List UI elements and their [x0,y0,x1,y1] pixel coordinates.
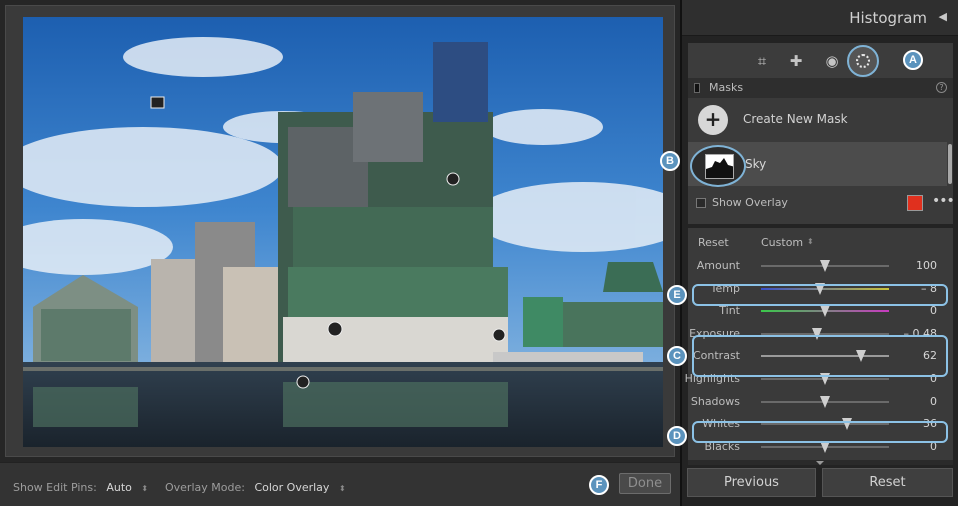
create-new-mask-button[interactable]: + Create New Mask [688,98,953,142]
edit-pins-value: Auto [106,481,132,494]
slider-label: Amount [696,259,740,272]
red-eye-icon[interactable]: ◉ [822,51,842,71]
mask-name: Sky [745,157,767,171]
slider-value[interactable]: 0 [930,304,937,317]
more-options-icon[interactable]: ••• [932,193,955,209]
callout-d: D [667,426,687,446]
reset-preset-row: Reset Custom ⬍ [688,234,953,252]
overlay-mode-control[interactable]: Overlay Mode: Color Overlay ⬍ [165,481,346,494]
histogram-header[interactable]: Histogram ◀ [682,0,958,36]
slider-thumb[interactable] [820,260,830,272]
create-new-mask-label: Create New Mask [743,112,848,126]
mask-thumbnail[interactable] [690,145,746,187]
histogram-title: Histogram [849,9,927,27]
show-overlay-checkbox[interactable] [696,198,706,208]
slider-thumb[interactable] [820,305,830,318]
slider-label: Tint [719,304,740,318]
callout-f: F [589,475,609,495]
edit-pins-control[interactable]: Show Edit Pins: Auto ⬍ [13,481,148,494]
photo-frame [5,5,675,457]
masking-icon[interactable] [847,45,879,77]
callout-c: C [667,346,687,366]
triangle-left-icon[interactable]: ◀ [939,10,947,23]
triangle-down-icon [816,461,824,465]
callout-b: B [660,151,680,171]
overlay-color-swatch[interactable] [907,195,923,211]
highlight-temp [692,284,948,306]
slider-shadows[interactable]: Shadows 0 [688,392,953,412]
slider-label: Shadows [690,394,740,408]
slider-value[interactable]: 0 [930,395,937,408]
image-area: Show Edit Pins: Auto ⬍ Overlay Mode: Col… [0,0,680,506]
develop-panel: Histogram ◀ ⌗ ✚ ◉ A Masks ? + Create New… [660,0,958,506]
masks-header[interactable]: Masks ? [688,78,953,98]
mask-list-scrollbar[interactable] [948,144,952,184]
crop-icon[interactable]: ⌗ [752,51,772,71]
edit-pins-label: Show Edit Pins: [13,481,97,494]
healing-icon[interactable]: ✚ [786,51,806,71]
highlight-exposure-contrast [692,335,948,377]
bottom-toolbar: Show Edit Pins: Auto ⬍ Overlay Mode: Col… [0,462,680,506]
overlay-mode-value: Color Overlay [254,481,330,494]
previous-button[interactable]: Previous [687,468,816,497]
slider-thumb[interactable] [820,395,830,408]
show-overlay-label: Show Overlay [712,196,788,209]
mask-item-sky[interactable]: Sky [688,142,947,187]
help-icon[interactable]: ? [936,82,947,93]
reset-link[interactable]: Reset [698,236,729,249]
masks-panel: Masks ? + Create New Mask Sky Show Overl… [688,78,955,224]
preset-dropdown[interactable]: Custom [761,236,803,249]
done-button[interactable]: Done [619,473,671,494]
callout-e: E [667,285,687,305]
chevron-updown-icon: ⬍ [807,237,814,246]
overlay-mode-label: Overlay Mode: [165,481,245,494]
highlight-whites [692,421,948,443]
sky-mask-preview-icon [705,154,734,179]
show-overlay-row: Show Overlay ••• [688,191,955,217]
slider-value[interactable]: 100 [916,259,937,272]
slider-amount[interactable]: Amount 100 [688,256,953,276]
photo-canvas[interactable] [23,17,663,447]
reset-button[interactable]: Reset [822,468,953,497]
chevron-updown-icon: ⬍ [141,484,149,493]
masks-title: Masks [709,81,744,94]
callout-a: A [903,50,923,70]
plus-icon: + [698,105,728,135]
chevron-updown-icon: ⬍ [338,484,346,493]
panel-toggle-icon[interactable] [694,83,700,93]
